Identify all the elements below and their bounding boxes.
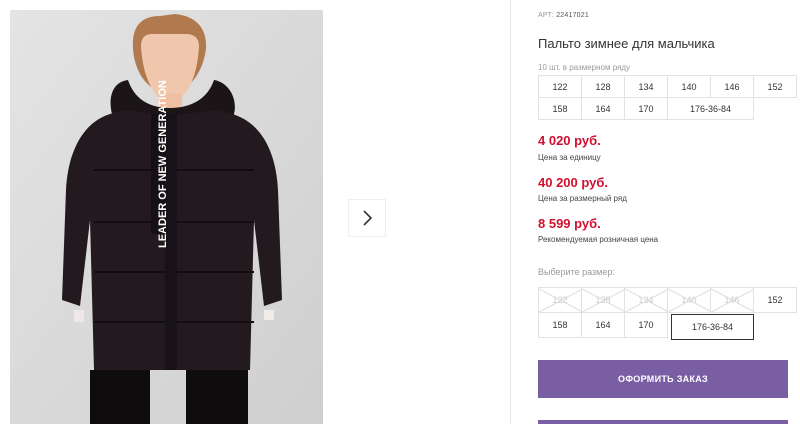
pack-size-cell: 176-36-84 — [667, 97, 754, 120]
pack-size-cell: 140 — [667, 75, 711, 98]
chevron-right-icon — [363, 210, 373, 226]
order-button[interactable]: ОФОРМИТЬ ЗАКАЗ — [538, 360, 788, 398]
pack-size-grid: 122 128 134 140 146 152 158 164 170 176-… — [538, 75, 797, 120]
pack-size-cell: 128 — [581, 75, 625, 98]
price-unit: 4 020 руб. — [538, 133, 601, 148]
price-retail: 8 599 руб. — [538, 216, 601, 231]
next-image-button[interactable] — [348, 199, 386, 237]
price-retail-note: Рекомендуемая розничная цена — [538, 235, 659, 244]
size-option[interactable]: 170 — [624, 312, 668, 338]
article-label: АРТ: — [538, 12, 555, 19]
pack-size-cell: 146 — [710, 75, 754, 98]
product-gallery: LEADER OF NEW GENERATION — [0, 0, 510, 424]
article-value: 22417021 — [556, 12, 589, 19]
size-option-unavailable: 140 — [667, 287, 711, 313]
svg-text:LEADER OF NEW GENERATION: LEADER OF NEW GENERATION — [157, 80, 169, 248]
size-option-unavailable: 134 — [624, 287, 668, 313]
product-photo[interactable]: LEADER OF NEW GENERATION — [10, 10, 323, 424]
pack-size-cell: 152 — [753, 75, 797, 98]
size-option-unavailable: 146 — [710, 287, 754, 313]
product-title: Пальто зимнее для мальчика — [538, 36, 715, 51]
pack-note: 10 шт. в размерном ряду — [538, 63, 631, 72]
product-photo-image: LEADER OF NEW GENERATION — [10, 10, 323, 424]
pack-size-cell: 122 — [538, 75, 582, 98]
article-number: АРТ: 22417021 — [538, 12, 589, 19]
size-option-unavailable: 122 — [538, 287, 582, 313]
size-option[interactable]: 158 — [538, 312, 582, 338]
size-select-label: Выберите размер: — [538, 267, 615, 277]
size-option-unavailable: 128 — [581, 287, 625, 313]
size-option[interactable]: 164 — [581, 312, 625, 338]
price-pack: 40 200 руб. — [538, 175, 609, 190]
panel-divider — [510, 0, 511, 424]
size-option[interactable]: 152 — [753, 287, 797, 313]
pack-size-cell: 158 — [538, 97, 582, 120]
pack-size-cell: 170 — [624, 97, 668, 120]
pack-size-cell: 164 — [581, 97, 625, 120]
size-option-selected[interactable]: 176-36-84 — [671, 314, 754, 340]
pack-size-cell: 134 — [624, 75, 668, 98]
secondary-action-button[interactable] — [538, 420, 788, 424]
price-unit-note: Цена за единицу — [538, 153, 601, 162]
size-select-grid: 122 128 134 140 146 152 158 164 170 176-… — [538, 287, 797, 340]
price-pack-note: Цена за размерный ряд — [538, 194, 627, 203]
